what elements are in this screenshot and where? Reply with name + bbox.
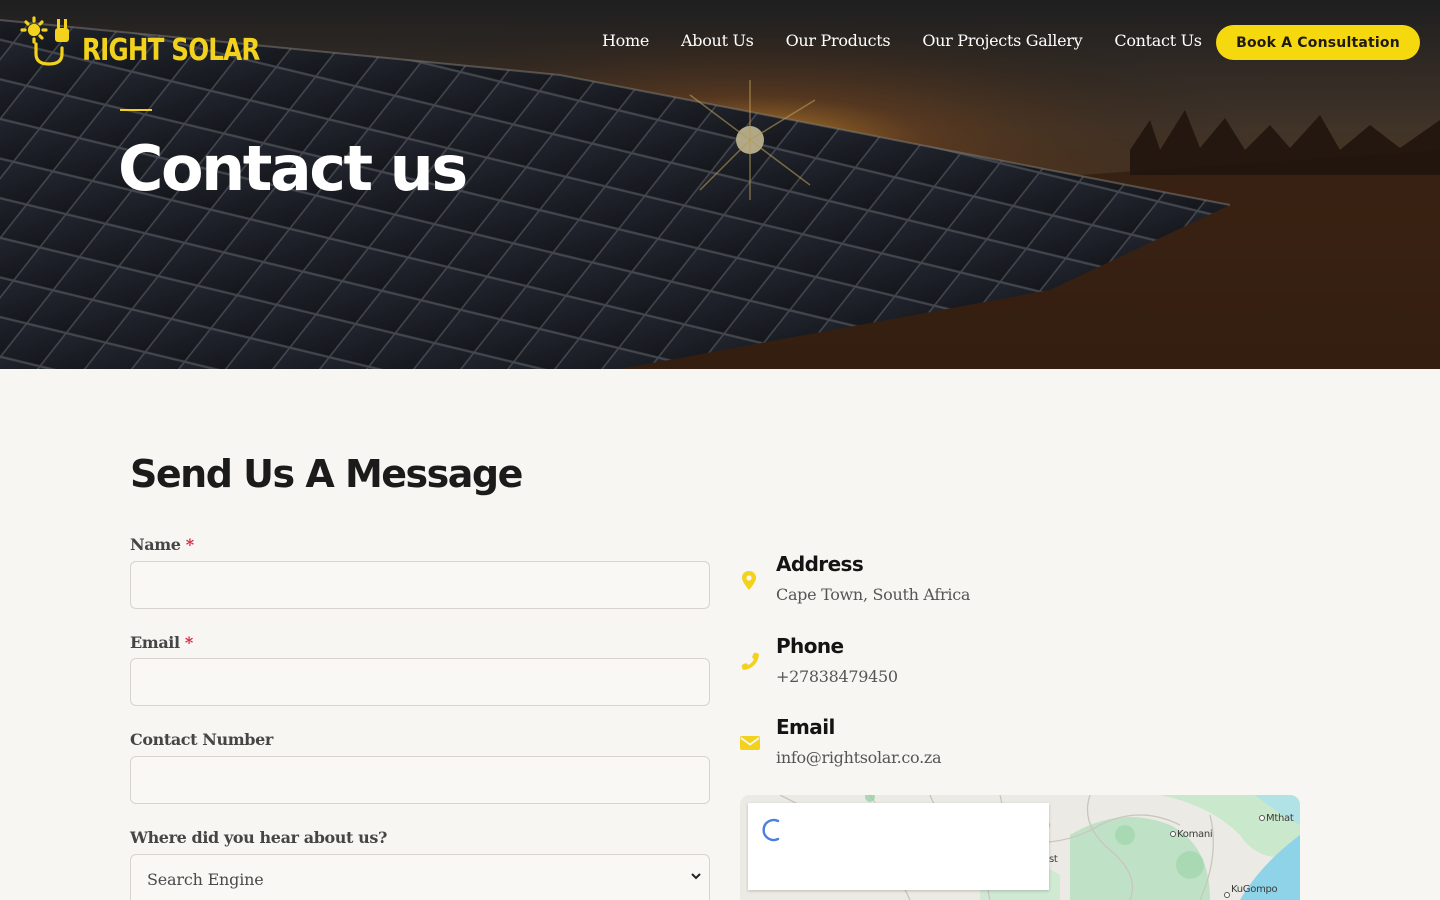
title-accent-rule — [120, 109, 152, 111]
main-nav: Home About Us Our Products Our Projects … — [602, 31, 1234, 50]
email-value[interactable]: info@rightsolar.co.za — [776, 748, 942, 767]
nav-item-our-products[interactable]: Our Products — [786, 31, 891, 50]
brand-name: RIGHT SOLAR — [82, 32, 260, 68]
location-map[interactable]: Mthat Komani KuGompo st — [740, 795, 1300, 900]
nav-item-home[interactable]: Home — [602, 31, 649, 50]
page-title: Contact us — [118, 132, 468, 205]
email-label-text: Email — [130, 633, 180, 652]
address-value: Cape Town, South Africa — [776, 585, 971, 604]
solar-plug-icon — [20, 16, 69, 66]
source-select[interactable]: Search Engine — [130, 854, 710, 900]
phone-title: Phone — [776, 634, 844, 658]
email-label: Email * — [130, 633, 193, 652]
form-title: Send Us A Message — [130, 452, 523, 496]
name-label-text: Name — [130, 535, 181, 554]
nav-item-projects-gallery[interactable]: Our Projects Gallery — [922, 31, 1082, 50]
address-title: Address — [776, 552, 864, 576]
name-input[interactable] — [130, 561, 710, 609]
source-selected-value: Search Engine — [147, 869, 264, 889]
chevron-down-icon — [691, 873, 701, 880]
book-consultation-button[interactable]: Book A Consultation — [1216, 25, 1420, 60]
source-label: Where did you hear about us? — [130, 828, 387, 847]
map-place-dots — [1170, 815, 1265, 898]
email-input[interactable] — [130, 658, 710, 706]
required-mark: * — [184, 633, 193, 652]
nav-item-about-us[interactable]: About Us — [681, 31, 754, 50]
hero-banner: RIGHT SOLAR Home About Us Our Products O… — [0, 0, 1440, 369]
nav-item-contact-us[interactable]: Contact Us — [1114, 31, 1202, 50]
phone-value[interactable]: +27838479450 — [776, 667, 898, 686]
phone-icon — [741, 652, 759, 670]
email-title: Email — [776, 715, 835, 739]
map-pin-icon — [742, 571, 756, 590]
name-label: Name * — [130, 535, 194, 554]
brand-logo[interactable]: RIGHT SOLAR — [20, 14, 298, 70]
required-mark: * — [185, 535, 194, 554]
contact-number-label: Contact Number — [130, 730, 273, 749]
contact-number-input[interactable] — [130, 756, 710, 804]
envelope-icon — [740, 736, 760, 750]
